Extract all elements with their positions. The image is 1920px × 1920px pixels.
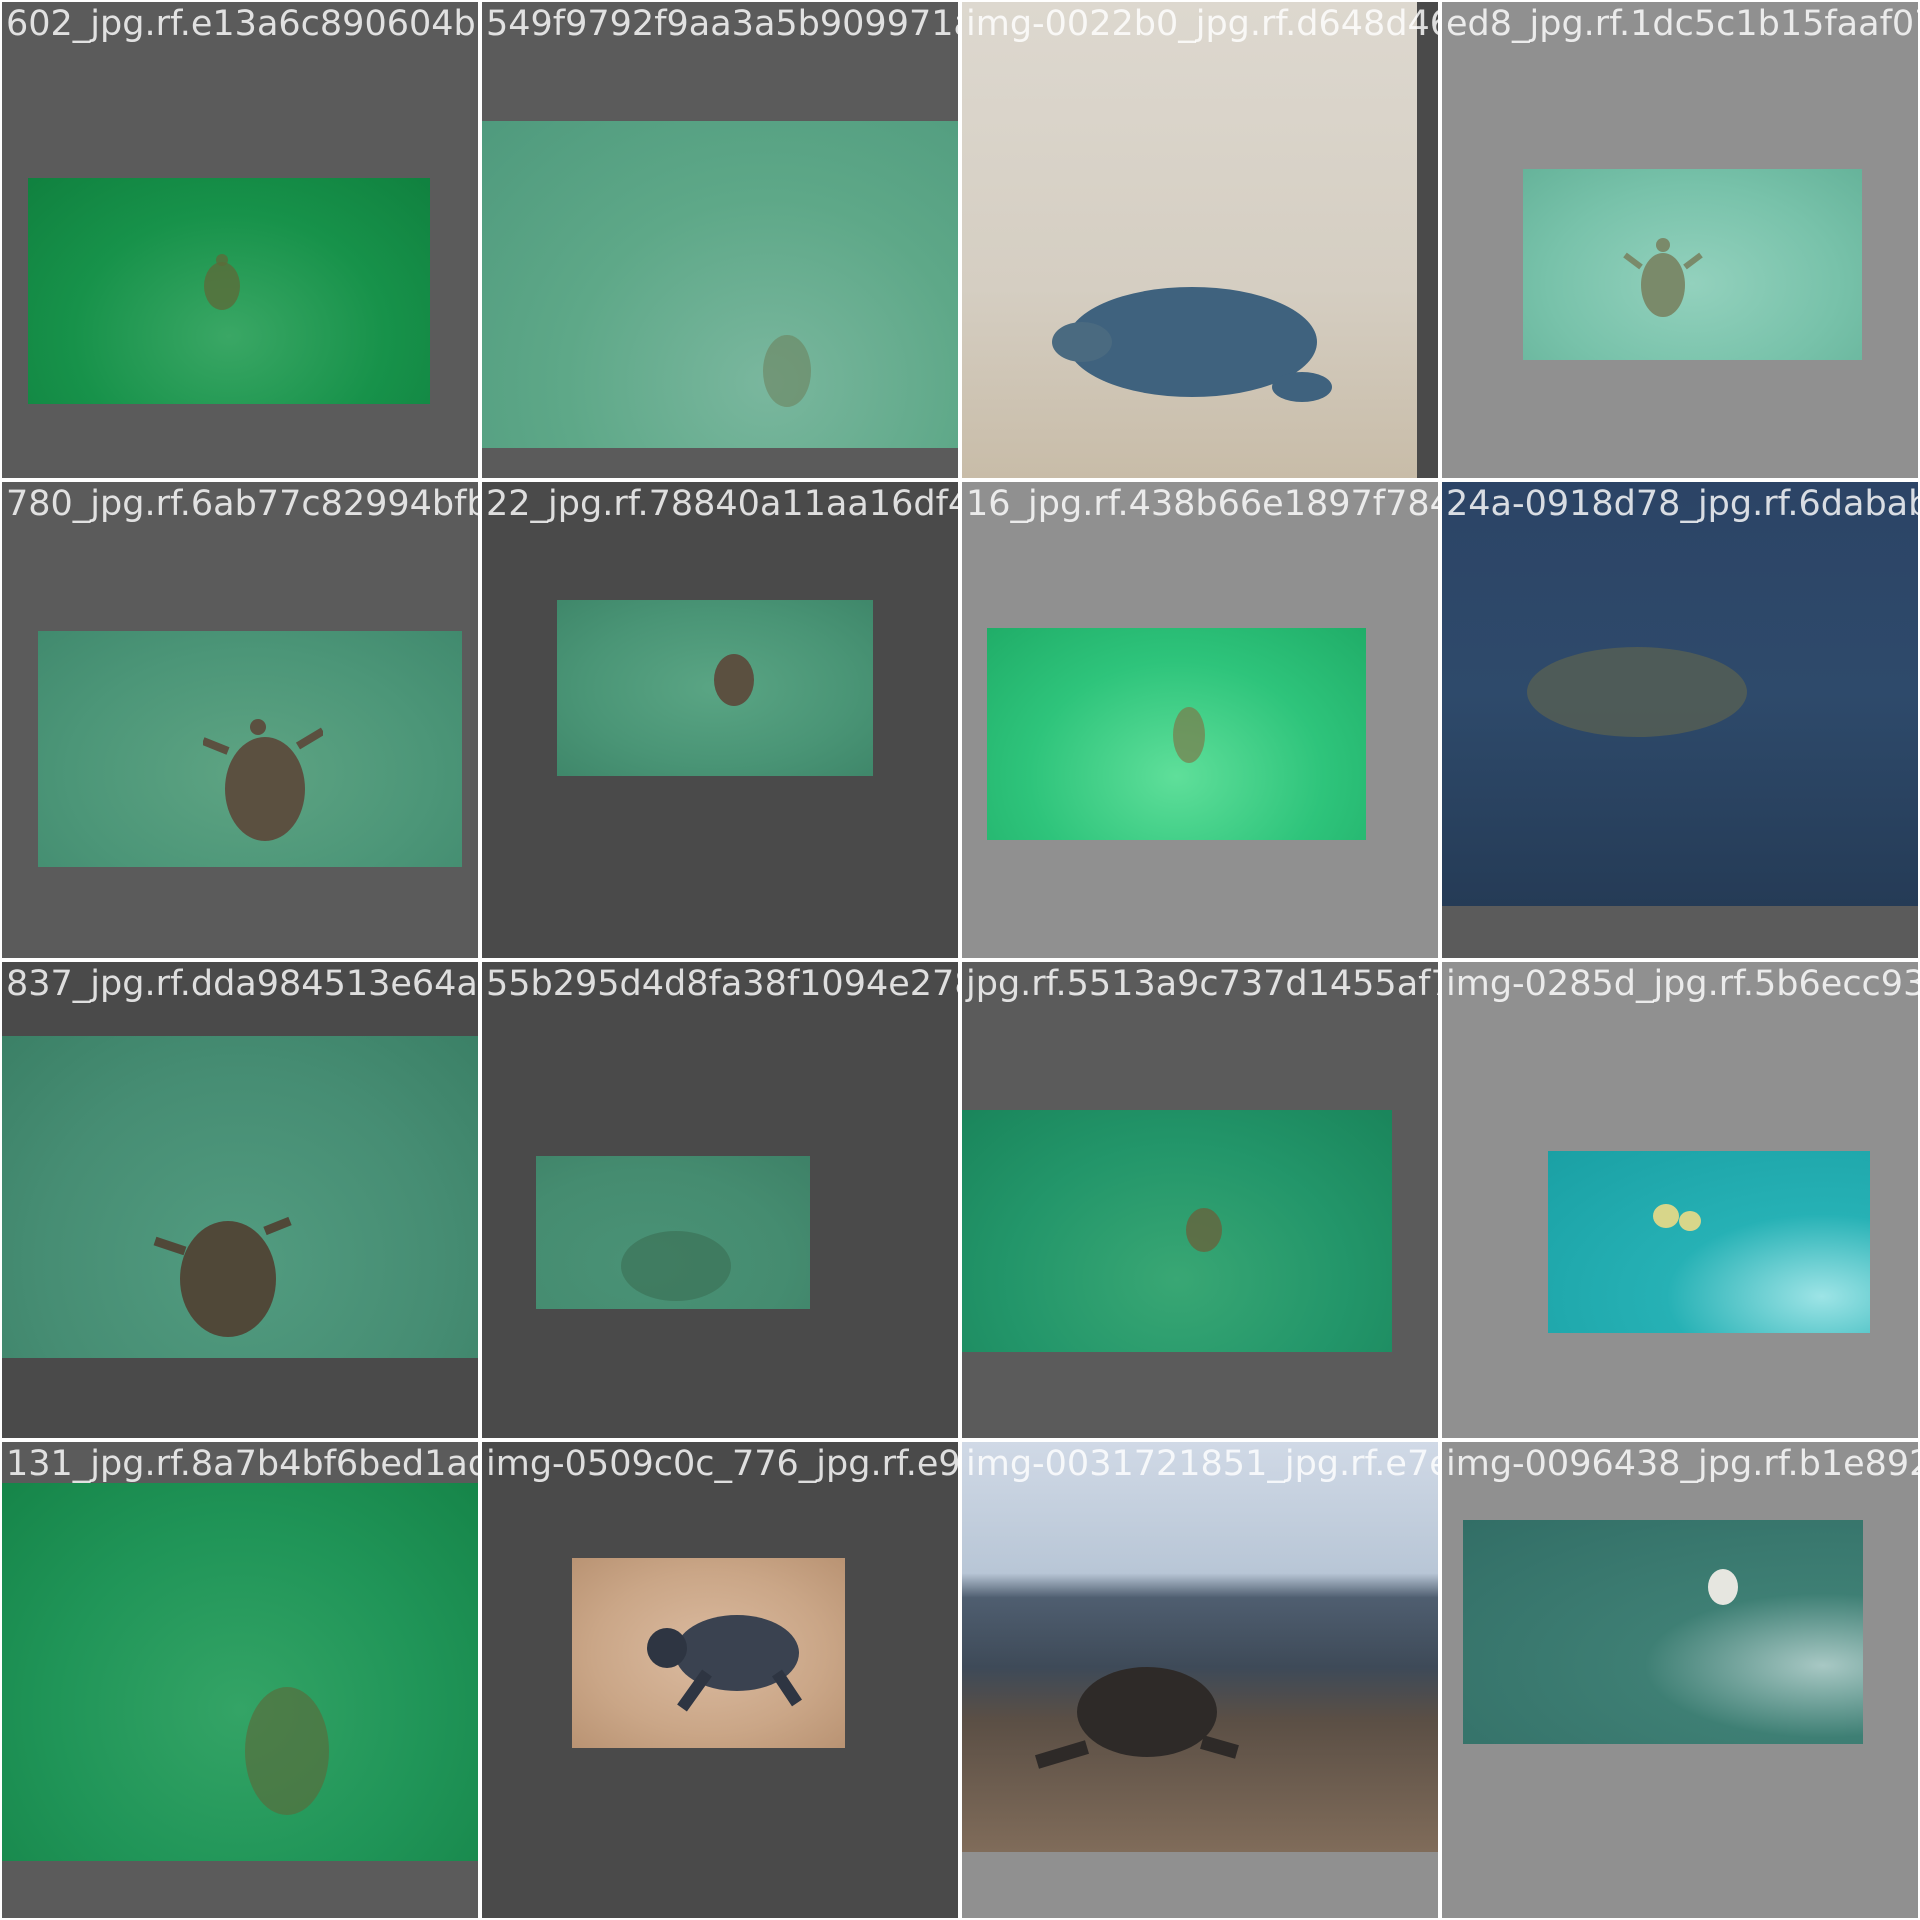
turtle-icon [1648, 1201, 1708, 1236]
turtle-icon [1022, 282, 1342, 412]
turtle-icon [752, 321, 822, 421]
tile-12[interactable]: img-0285d_jpg.rf.5b6ecc93 [1442, 962, 1918, 1438]
caption-text: img-0022b0_jpg.rf.d648d4687d80e04dc5c1b1… [966, 4, 1438, 44]
underwater-photo [536, 1156, 810, 1309]
tile-13[interactable]: 131_jpg.rf.8a7b4bf6bed1ad7267-0509c0c_77… [2, 1442, 478, 1918]
turtle-icon [198, 250, 246, 320]
turtle-icon [227, 1663, 347, 1838]
turtle-icon [150, 1201, 295, 1358]
underwater-photo [1523, 169, 1862, 360]
caption-text: ed8_jpg.rf.1dc5c1b15faaf0733 [1446, 4, 1918, 44]
hatchling-photo [572, 1558, 845, 1748]
beach-photo [962, 2, 1417, 478]
caption-text: 837_jpg.rf.dda984513e64ac5768d55b295d4d8… [6, 964, 478, 1004]
turtle-icon [1032, 1662, 1242, 1772]
underwater-photo [482, 121, 958, 448]
turtle-icon [201, 711, 326, 861]
beach-sunset-photo [962, 1442, 1438, 1852]
underwater-photo [962, 1110, 1392, 1352]
tile-14[interactable]: img-0509c0c_776_jpg.rf.e9289ea1f12e00317… [482, 1442, 958, 1918]
caption-text: 55b295d4d8fa38f1094e278c0a5e5513a9c737d1… [486, 964, 958, 1004]
caption-text: 780_jpg.rf.6ab77c82994bfb5872bb98f78840a… [6, 484, 478, 524]
caption-text: jpg.rf.5513a9c737d1455af71d02853d2218f.5… [966, 964, 1438, 1004]
tile-9[interactable]: 837_jpg.rf.dda984513e64ac5768d55b295d4d8… [2, 962, 478, 1438]
underwater-photo [2, 1483, 478, 1861]
underwater-photo [2, 1036, 478, 1358]
turtle-icon [616, 1226, 736, 1306]
caption-text: 602_jpg.rf.e13a6c890604b1589f9792f9aa3a5… [6, 4, 478, 44]
tile-4[interactable]: ed8_jpg.rf.1dc5c1b15faaf0733 [1442, 2, 1918, 478]
photo-border [1417, 2, 1438, 478]
tile-11[interactable]: jpg.rf.5513a9c737d1455af71d02853d2218f.5… [962, 962, 1438, 1438]
caption-text: 24a-0918d78_jpg.rf.6dabab99 [1446, 484, 1918, 524]
tile-6[interactable]: 22_jpg.rf.78840a11aa16df4a516 [482, 482, 958, 958]
tile-7[interactable]: 16_jpg.rf.438b66e1897f784 [962, 482, 1438, 958]
tile-10[interactable]: 55b295d4d8fa38f1094e278c0a5e5513a9c737d1… [482, 962, 958, 1438]
caption-text: img-0031721851_jpg.rf.e7eece8e [966, 1444, 1438, 1484]
tile-16[interactable]: img-0096438_jpg.rf.b1e89272 [1442, 1442, 1918, 1918]
turtle-icon [1167, 693, 1212, 773]
tile-3[interactable]: img-0022b0_jpg.rf.d648d4687d80e04dc5c1b1… [962, 2, 1438, 478]
aerial-sea-photo [1463, 1520, 1863, 1744]
caption-text: img-0509c0c_776_jpg.rf.e9289ea1f12e00317… [486, 1444, 958, 1484]
caption-text: 549f9792f9aa3a5b909971ada17d9022b0 [486, 4, 958, 44]
caption-text: 16_jpg.rf.438b66e1897f784 [966, 484, 1438, 524]
caption-text: img-0096438_jpg.rf.b1e89272 [1446, 1444, 1918, 1484]
tile-2[interactable]: 549f9792f9aa3a5b909971ada17d9022b0 [482, 2, 958, 478]
caption-text: 22_jpg.rf.78840a11aa16df4a516 [486, 484, 958, 524]
turtle-icon [1703, 1565, 1743, 1610]
aerial-sea-photo [1548, 1151, 1870, 1333]
turtle-icon [627, 1593, 817, 1723]
turtle-icon [1623, 227, 1703, 337]
turtle-icon [1502, 632, 1772, 762]
sea-photo [1442, 482, 1918, 906]
underwater-photo [557, 600, 873, 776]
tile-15[interactable]: img-0031721851_jpg.rf.e7eece8e [962, 1442, 1438, 1918]
underwater-photo [28, 178, 430, 404]
tile-1[interactable]: 602_jpg.rf.e13a6c890604b1589f9792f9aa3a5… [2, 2, 478, 478]
image-grid: 602_jpg.rf.e13a6c890604b1589f9792f9aa3a5… [0, 0, 1920, 1920]
tile-8[interactable]: 24a-0918d78_jpg.rf.6dabab99 [1442, 482, 1918, 958]
tile-5[interactable]: 780_jpg.rf.6ab77c82994bfb5872bb98f78840a… [2, 482, 478, 958]
underwater-photo [987, 628, 1366, 840]
caption-text: img-0285d_jpg.rf.5b6ecc93 [1446, 964, 1918, 1004]
underwater-photo [38, 631, 462, 867]
turtle-icon [707, 645, 762, 715]
turtle-icon [1182, 1200, 1227, 1260]
caption-text: 131_jpg.rf.8a7b4bf6bed1ad7267-0509c0c_77… [6, 1444, 478, 1484]
